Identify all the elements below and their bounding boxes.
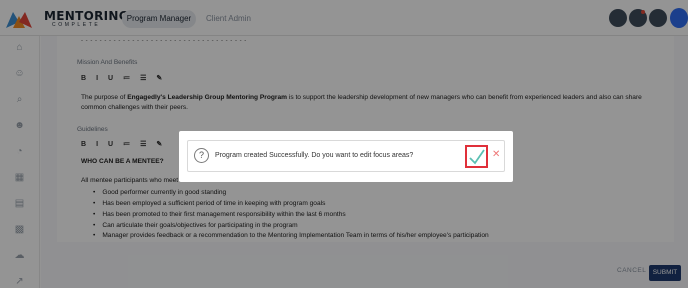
close-icon[interactable]: ✕ bbox=[492, 149, 500, 161]
dialog-body: ? Program created Successfully. Do you w… bbox=[187, 140, 505, 172]
checkmark-icon bbox=[469, 149, 485, 165]
question-icon: ? bbox=[194, 148, 209, 163]
dialog-message: Program created Successfully. Do you wan… bbox=[215, 152, 414, 159]
confirmation-dialog: ? Program created Successfully. Do you w… bbox=[179, 131, 513, 182]
confirm-button[interactable] bbox=[465, 145, 488, 168]
